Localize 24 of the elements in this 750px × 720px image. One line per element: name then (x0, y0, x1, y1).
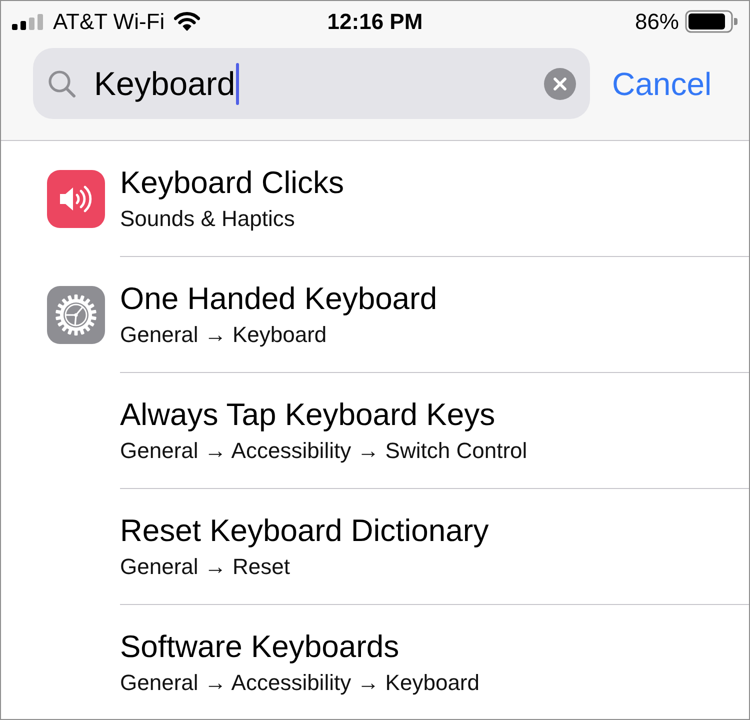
result-title: Keyboard Clicks (120, 164, 344, 202)
result-path: General → Accessibility → Keyboard (120, 669, 480, 697)
result-title: Reset Keyboard Dictionary (120, 512, 489, 550)
speaker-icon (47, 170, 105, 228)
search-query[interactable]: Keyboard (94, 64, 236, 104)
result-path: General → Keyboard (120, 321, 327, 349)
battery-percent: 86% (634, 8, 679, 34)
cancel-button[interactable]: Cancel (612, 64, 712, 104)
search-field[interactable]: Keyboard (33, 48, 590, 119)
close-icon (553, 76, 567, 90)
status-time: 12:16 PM (327, 8, 423, 34)
result-path: General → Accessibility → Switch Control (120, 437, 528, 465)
result-title: Always Tap Keyboard Keys (120, 396, 496, 434)
battery-icon (685, 10, 738, 33)
result-title: One Handed Keyboard (120, 280, 438, 318)
result-path: Sounds & Haptics (120, 205, 295, 233)
carrier-name: AT&T Wi-Fi (53, 8, 165, 34)
result-title: Software Keyboards (120, 628, 400, 666)
result-path: General → Reset (120, 553, 290, 581)
gear-icon (47, 286, 105, 344)
wifi-icon (174, 12, 200, 31)
clear-button[interactable] (544, 68, 576, 100)
signal-icon (12, 14, 44, 30)
search-icon (48, 70, 76, 98)
